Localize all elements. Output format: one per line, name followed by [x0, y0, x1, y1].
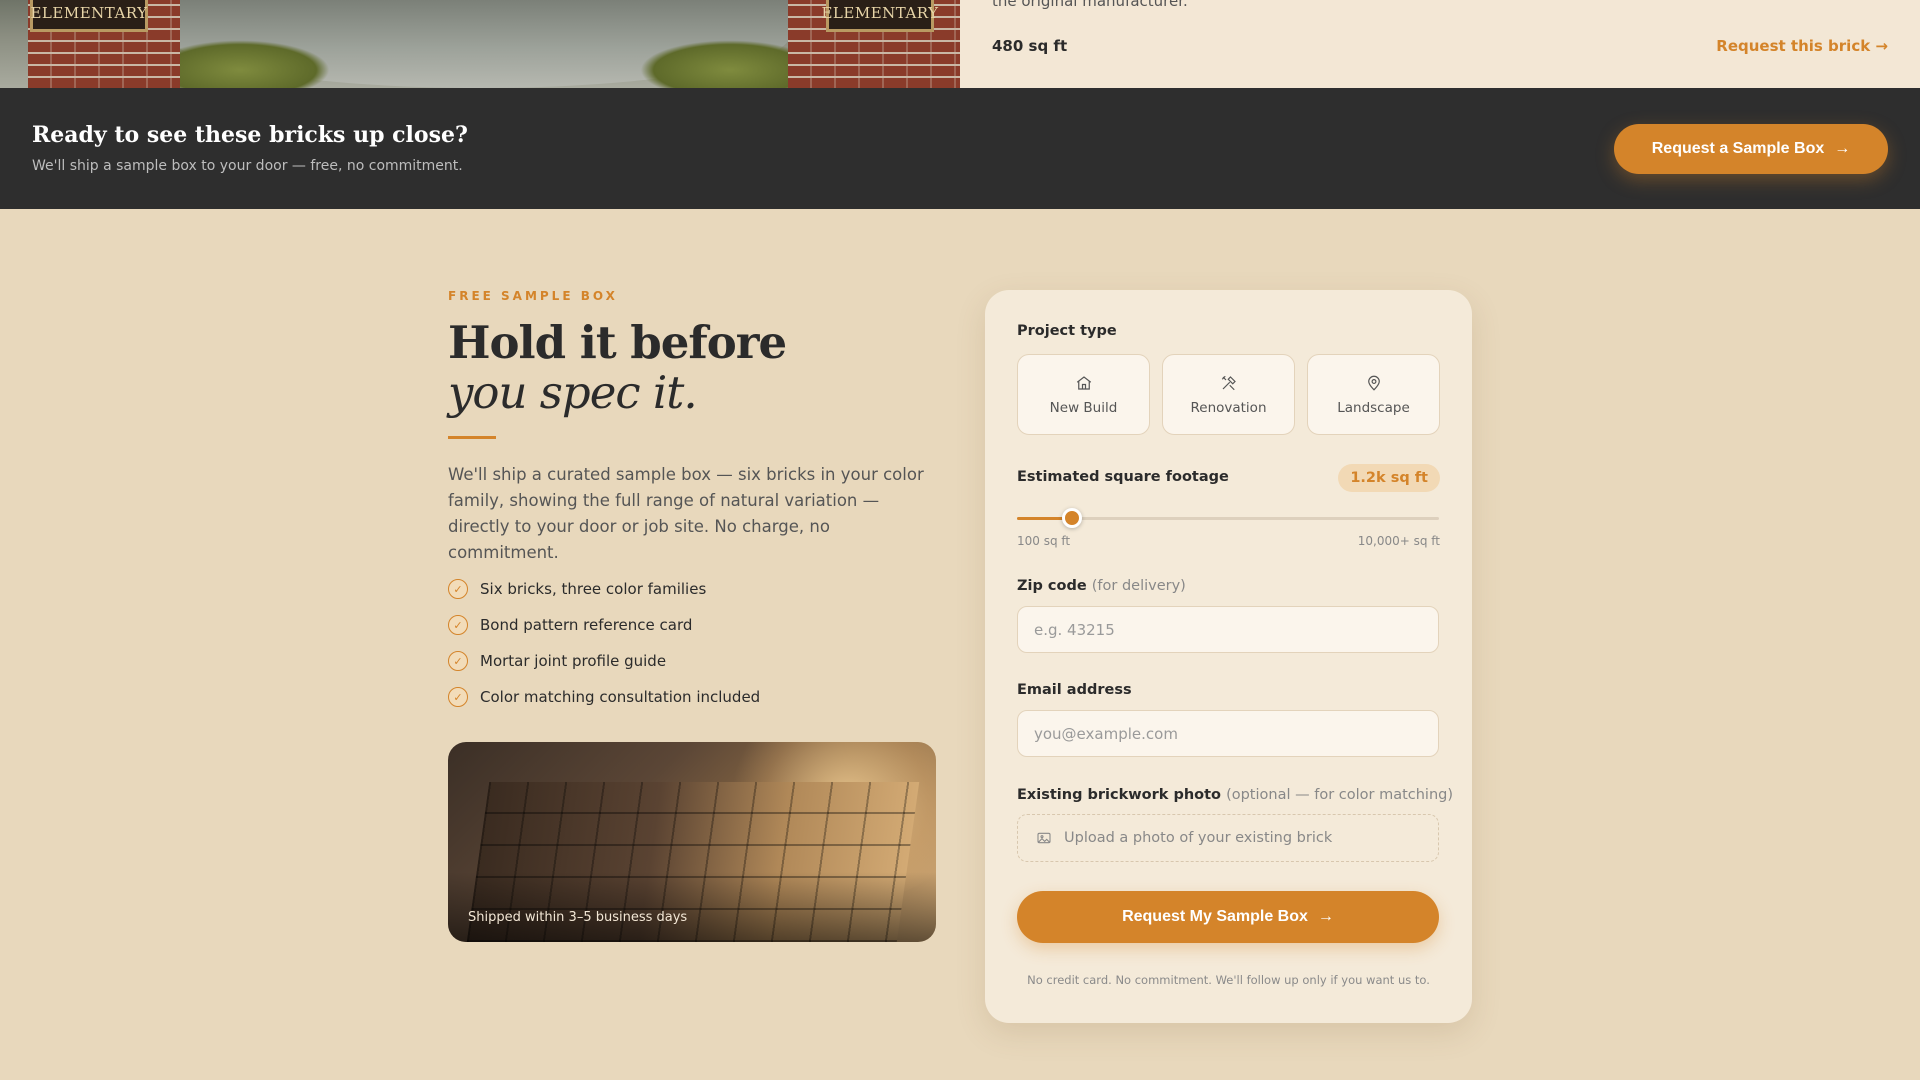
request-sample-box-button[interactable]: Request a Sample Box → — [1614, 124, 1888, 174]
project-type-label: New Build — [1049, 399, 1118, 416]
sqft-value-badge: 1.2k sq ft — [1338, 464, 1440, 492]
feature-item: ✓ Six bricks, three color families — [448, 571, 760, 607]
feature-item: ✓ Bond pattern reference card — [448, 607, 760, 643]
photo-caption: Shipped within 3–5 business days — [468, 910, 688, 925]
check-icon: ✓ — [448, 651, 468, 671]
project-type-new-build[interactable]: New Build — [1017, 354, 1150, 435]
home-icon — [1076, 375, 1091, 390]
sample-request-form: Project type New Build Renovation Landsc… — [985, 290, 1472, 1023]
sqft-slider-thumb[interactable] — [1061, 508, 1082, 528]
cta-label: Request a Sample Box — [1651, 140, 1825, 157]
brick-pillar-right: ELEMENTARY — [788, 0, 960, 88]
feature-item: ✓ Color matching consultation included — [448, 679, 760, 715]
zip-hint: (for delivery) — [1091, 578, 1186, 594]
request-link-label: Request this brick — [1716, 37, 1871, 55]
sqft-label: Estimated square footage — [1017, 469, 1229, 485]
project-type-landscape[interactable]: Landscape — [1307, 354, 1440, 435]
band-title: Ready to see these bricks up close? — [32, 122, 468, 148]
brick-stack-photo: Shipped within 3–5 business days — [448, 742, 936, 942]
zip-label-text: Zip code — [1017, 578, 1087, 594]
slider-max-label: 10,000+ sq ft — [1357, 534, 1440, 548]
check-icon: ✓ — [448, 687, 468, 707]
brick-pillar-left: ELEMENTARY — [28, 0, 180, 88]
feature-list: ✓ Six bricks, three color families ✓ Bond … — [448, 571, 760, 715]
band-subtitle: We'll ship a sample box to your door — f… — [32, 158, 463, 174]
intro-paragraph: We'll ship a curated sample box — six br… — [448, 465, 924, 562]
map-pin-icon — [1367, 375, 1380, 391]
project-type-options: New Build Renovation Landscape — [1017, 354, 1440, 435]
heading-line-2: you spec it. — [448, 366, 698, 419]
feature-text: Bond pattern reference card — [480, 616, 693, 634]
photo-label: Existing brickwork photo (optional — for… — [1017, 787, 1453, 803]
tools-icon — [1221, 375, 1236, 390]
request-my-sample-box-button[interactable]: Request My Sample Box → — [1017, 891, 1439, 943]
feature-text: Color matching consultation included — [480, 688, 761, 706]
check-icon: ✓ — [448, 615, 468, 635]
plaque-left: ELEMENTARY — [30, 0, 148, 32]
accent-divider — [448, 436, 496, 439]
brick-spec-panel: the original manufacturer. 480 sq ft Req… — [960, 0, 1920, 88]
project-type-label: Project type — [1017, 323, 1117, 339]
school-entrance-image: ELEMENTARY ELEMENTARY — [0, 0, 960, 88]
project-type-label: Landscape — [1337, 399, 1410, 416]
request-this-brick-link[interactable]: Request this brick → — [1716, 37, 1888, 55]
photo-label-text: Existing brickwork photo — [1017, 787, 1222, 803]
slider-min-label: 100 sq ft — [1017, 534, 1071, 548]
project-type-label: Renovation — [1190, 399, 1267, 416]
image-icon — [1037, 832, 1051, 844]
plaque-right: ELEMENTARY — [821, 0, 938, 32]
zip-label: Zip code (for delivery) — [1017, 578, 1186, 594]
project-area: 480 sq ft — [992, 37, 1068, 55]
heading-line-1: Hold it before — [448, 316, 787, 369]
arrow-right-icon: → — [1834, 140, 1851, 157]
project-type-renovation[interactable]: Renovation — [1162, 354, 1295, 435]
photo-hint: (optional — for color matching) — [1226, 787, 1454, 803]
feature-text: Mortar joint profile guide — [480, 652, 667, 670]
upload-text: Upload a photo of your existing brick — [1064, 830, 1333, 846]
email-label: Email address — [1017, 682, 1132, 698]
feature-text: Six bricks, three color families — [480, 580, 707, 598]
section-eyebrow: FREE SAMPLE BOX — [448, 289, 618, 303]
top-strip: ELEMENTARY ELEMENTARY the original manuf… — [0, 0, 1920, 88]
arrow-right-icon: → — [1875, 37, 1888, 55]
arrow-right-icon: → — [1317, 908, 1334, 925]
photo-upload-dropzone[interactable]: Upload a photo of your existing brick — [1017, 814, 1439, 862]
zip-code-input[interactable] — [1017, 606, 1439, 653]
cta-band: Ready to see these bricks up close? We'l… — [0, 88, 1920, 209]
check-icon: ✓ — [448, 579, 468, 599]
email-input[interactable] — [1017, 710, 1439, 757]
spec-description: the original manufacturer. — [992, 0, 1188, 10]
feature-item: ✓ Mortar joint profile guide — [448, 643, 760, 679]
form-fine-print: No credit card. No commitment. We'll fol… — [1027, 973, 1430, 987]
submit-label: Request My Sample Box — [1122, 908, 1308, 925]
